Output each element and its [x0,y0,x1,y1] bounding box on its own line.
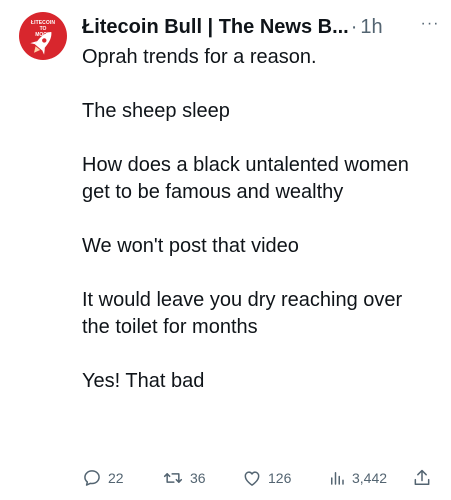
tweet-paragraph: How does a black untalented women get to… [82,154,409,203]
views-icon [331,472,344,485]
retweet-button[interactable]: 36 [162,465,206,491]
tweet-paragraph: The sheep sleep [82,100,230,122]
reply-icon [84,470,100,486]
tweet-paragraph: We won't post that video [82,235,299,257]
tweet-paragraph: Oprah trends for a reason. [82,46,317,68]
tweet-text: Oprah trends for a reason. The sheep sle… [82,44,422,395]
avatar-text-line-3: MOON [35,32,51,38]
share-icon [414,469,430,485]
share-button[interactable] [412,465,432,491]
like-count: 126 [268,470,292,486]
tweet-paragraph: It would leave you dry reaching over the… [82,289,403,338]
action-bar: 22 36 126 3,442 [82,465,442,491]
heart-icon [244,471,260,486]
more-options-icon[interactable]: ··· [418,14,442,34]
separator-dot: · [350,15,358,38]
avatar[interactable]: ŁITECOIN TO MOON [19,12,67,60]
author-display-name[interactable]: Łitecoin Bull | The News B... [82,16,349,39]
tweet[interactable]: ŁITECOIN TO MOON Łitecoin Bull | The New… [0,0,451,500]
retweet-icon [163,473,183,483]
reply-button[interactable]: 22 [82,465,124,491]
timestamp[interactable]: 1h [360,16,382,39]
views-button[interactable]: 3,442 [328,465,387,491]
tweet-header: Łitecoin Bull | The News B... · 1h [82,14,442,40]
tweet-paragraph: Yes! That bad [82,370,205,392]
views-count: 3,442 [352,470,388,486]
like-button[interactable]: 126 [242,465,291,491]
reply-count: 22 [108,470,124,486]
retweet-count: 36 [190,470,206,486]
